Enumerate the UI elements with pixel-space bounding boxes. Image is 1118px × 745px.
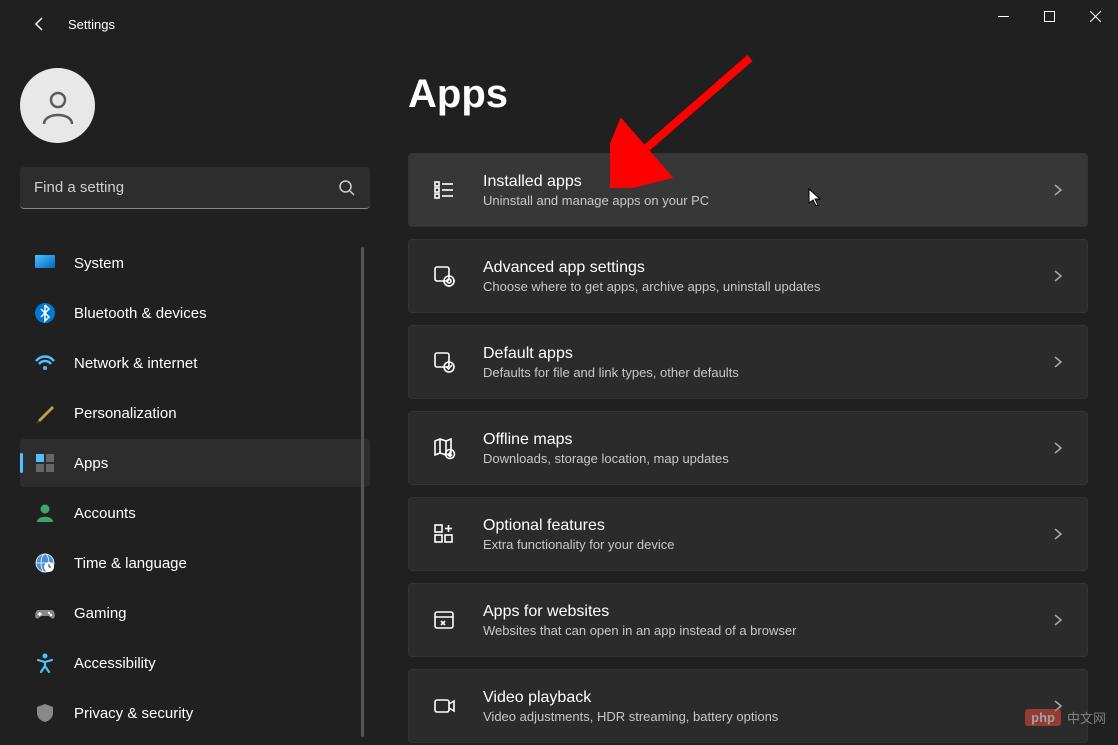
card-offline-maps[interactable]: Offline maps Downloads, storage location… [408,411,1088,485]
sidebar-item-label: Accessibility [74,655,156,672]
watermark-brand: php [1025,709,1061,726]
chevron-right-icon [1051,441,1065,455]
card-title: Optional features [483,517,1025,535]
sidebar-item-personalization[interactable]: Personalization [20,389,370,437]
sidebar-item-label: Accounts [74,505,136,522]
sidebar-item-label: Gaming [74,605,127,622]
person-icon [34,502,56,524]
apps-icon [34,452,56,474]
window-title: Settings [68,17,115,32]
watermark: php 中文网 [1025,708,1106,727]
bluetooth-icon [34,302,56,324]
accessibility-icon [34,652,56,674]
app-window-icon [431,607,457,633]
chevron-right-icon [1051,355,1065,369]
card-subtitle: Defaults for file and link types, other … [483,365,1025,380]
map-down-icon [431,435,457,461]
watermark-text: 中文网 [1067,708,1106,727]
search-box[interactable] [20,167,370,209]
main-content: Apps Installed apps Uninstall and manage… [380,48,1118,745]
card-apps-for-websites[interactable]: Apps for websites Websites that can open… [408,583,1088,657]
card-subtitle: Downloads, storage location, map updates [483,451,1025,466]
shield-icon [34,702,56,724]
card-default-apps[interactable]: Default apps Defaults for file and link … [408,325,1088,399]
sidebar-item-privacy[interactable]: Privacy & security [20,689,370,737]
sidebar-item-gaming[interactable]: Gaming [20,589,370,637]
card-title: Default apps [483,345,1025,363]
sidebar-item-accessibility[interactable]: Accessibility [20,639,370,687]
back-arrow-icon [32,16,48,32]
sidebar-item-label: Apps [74,455,108,472]
sidebar-item-label: Time & language [74,555,187,572]
card-advanced-app-settings[interactable]: Advanced app settings Choose where to ge… [408,239,1088,313]
window-controls [980,16,1118,32]
maximize-icon [1044,11,1055,22]
card-title: Offline maps [483,431,1025,449]
card-installed-apps[interactable]: Installed apps Uninstall and manage apps… [408,153,1088,227]
titlebar: Settings [0,0,1118,48]
minimize-icon [998,11,1009,22]
brush-icon [34,402,56,424]
sidebar-item-network[interactable]: Network & internet [20,339,370,387]
globe-clock-icon [34,552,56,574]
sidebar-item-apps[interactable]: Apps [20,439,370,487]
card-title: Advanced app settings [483,259,1025,277]
card-subtitle: Video adjustments, HDR streaming, batter… [483,709,1025,724]
card-subtitle: Choose where to get apps, archive apps, … [483,279,1025,294]
card-subtitle: Uninstall and manage apps on your PC [483,193,1025,208]
nav-list: System Bluetooth & devices Network & int… [20,239,370,745]
close-button[interactable] [1072,0,1118,32]
app-plus-icon [431,521,457,547]
sidebar-item-label: Network & internet [74,355,197,372]
sidebar-item-label: System [74,255,124,272]
chevron-right-icon [1051,613,1065,627]
user-icon [38,86,78,126]
card-title: Video playback [483,689,1025,707]
chevron-right-icon [1051,183,1065,197]
card-title: Installed apps [483,173,1025,191]
close-icon [1090,11,1101,22]
card-video-playback[interactable]: Video playback Video adjustments, HDR st… [408,669,1088,743]
sidebar-item-bluetooth[interactable]: Bluetooth & devices [20,289,370,337]
sidebar-item-label: Personalization [74,405,177,422]
card-subtitle: Websites that can open in an app instead… [483,623,1025,638]
minimize-button[interactable] [980,0,1026,32]
sidebar-item-system[interactable]: System [20,239,370,287]
search-icon [338,179,356,197]
wifi-icon [34,352,56,374]
sidebar-item-label: Privacy & security [74,705,193,722]
avatar[interactable] [20,68,95,143]
gamepad-icon [34,602,56,624]
sidebar-item-accounts[interactable]: Accounts [20,489,370,537]
search-input[interactable] [34,179,338,196]
sidebar-item-label: Bluetooth & devices [74,305,207,322]
card-title: Apps for websites [483,603,1025,621]
app-gear-icon [431,263,457,289]
monitor-icon [34,252,56,274]
chevron-right-icon [1051,269,1065,283]
sidebar-item-time[interactable]: Time & language [20,539,370,587]
list-apps-icon [431,177,457,203]
card-subtitle: Extra functionality for your device [483,537,1025,552]
chevron-right-icon [1051,527,1065,541]
card-optional-features[interactable]: Optional features Extra functionality fo… [408,497,1088,571]
sidebar: System Bluetooth & devices Network & int… [0,48,380,745]
video-icon [431,693,457,719]
app-check-icon [431,349,457,375]
maximize-button[interactable] [1026,0,1072,32]
page-title: Apps [408,72,1090,117]
back-button[interactable] [20,4,60,44]
